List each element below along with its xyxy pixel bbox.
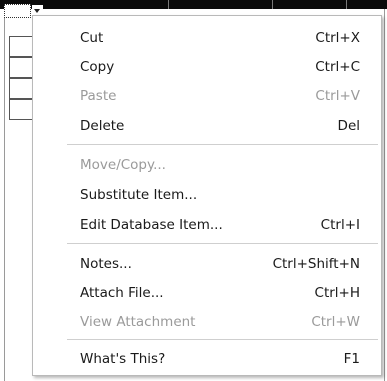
menu-item-label: Paste [80, 88, 117, 104]
menu-item-label: Edit Database Item... [80, 217, 223, 233]
menu-item-label: Move/Copy... [80, 157, 166, 173]
menu-item-shortcut: Del [337, 118, 360, 134]
menu-item-shortcut: Ctrl+I [320, 217, 360, 233]
menu-item-shortcut: Ctrl+H [314, 285, 360, 301]
menu-item-label: Delete [80, 118, 125, 134]
menu-item-label: Attach File... [80, 285, 164, 301]
menu-item-label: Notes... [80, 256, 132, 272]
menu-item-copy[interactable]: Copy Ctrl+C [34, 53, 380, 81]
column-divider [272, 0, 273, 9]
menu-item-label: Cut [80, 30, 104, 46]
menu-item-shortcut: Ctrl+W [311, 314, 360, 330]
column-divider [168, 0, 169, 9]
menu-separator [67, 339, 378, 340]
menu-item-move-copy[interactable]: Move/Copy... [34, 151, 380, 179]
context-menu: Cut Ctrl+X Copy Ctrl+C Paste Ctrl+V Dele… [32, 15, 382, 376]
grid-left-border [4, 9, 5, 381]
menu-item-shortcut: Ctrl+V [315, 88, 360, 104]
menu-item-label: View Attachment [80, 314, 196, 330]
menu-separator [67, 144, 378, 145]
menu-item-delete[interactable]: Delete Del [34, 112, 380, 140]
menu-item-shortcut: Ctrl+Shift+N [272, 256, 360, 272]
selected-cell[interactable] [4, 4, 31, 18]
menu-item-notes[interactable]: Notes... Ctrl+Shift+N [34, 250, 380, 278]
menu-item-substitute-item[interactable]: Substitute Item... [34, 181, 380, 209]
menu-item-attach-file[interactable]: Attach File... Ctrl+H [34, 279, 380, 307]
column-divider [346, 0, 347, 9]
menu-item-paste[interactable]: Paste Ctrl+V [34, 82, 380, 110]
menu-item-whats-this[interactable]: What's This? F1 [34, 345, 380, 373]
menu-item-view-attachment[interactable]: View Attachment Ctrl+W [34, 308, 380, 336]
menu-item-shortcut: Ctrl+C [315, 59, 360, 75]
grid-header-bar [0, 0, 387, 9]
menu-item-cut[interactable]: Cut Ctrl+X [34, 24, 380, 52]
menu-separator [67, 243, 378, 244]
menu-item-label: Substitute Item... [80, 187, 198, 203]
grid-right-border [384, 9, 385, 381]
menu-item-shortcut: Ctrl+X [315, 30, 360, 46]
menu-item-edit-database-item[interactable]: Edit Database Item... Ctrl+I [34, 211, 380, 239]
menu-item-shortcut: F1 [343, 351, 360, 367]
menu-item-label: What's This? [80, 351, 166, 367]
menu-item-label: Copy [80, 59, 115, 75]
